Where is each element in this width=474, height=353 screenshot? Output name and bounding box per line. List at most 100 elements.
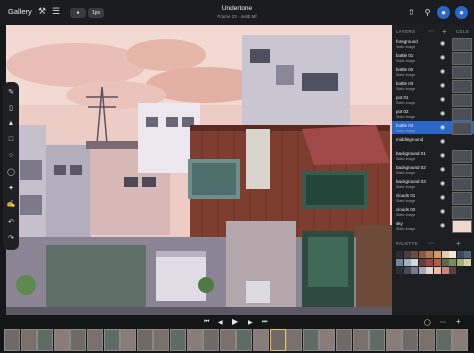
timeline-frame[interactable] [253,329,269,351]
step-back-icon[interactable]: ◀ [218,319,223,326]
palette-swatch[interactable] [456,259,464,266]
timeline-frame[interactable] [87,329,103,351]
skip-forward-icon[interactable]: ⏭ [262,319,267,326]
timeline-frame-current[interactable] [269,329,286,351]
export-icon[interactable]: ⇧ [405,6,418,19]
palette-swatch[interactable] [426,251,434,258]
timeline-frame[interactable] [37,329,54,351]
timeline-frame[interactable] [452,329,469,351]
shape-icon[interactable]: ◯ [3,168,19,176]
palette-options-icon[interactable]: ⋯ [428,240,434,247]
palette-swatch[interactable] [441,259,449,266]
palette-swatch[interactable] [418,259,426,266]
palette-swatch[interactable] [418,267,426,274]
color-picker-icon[interactable]: ○ [3,152,19,159]
layer-row[interactable]: clouds 02 Static image ◉ [392,205,474,219]
palette-swatch[interactable] [464,259,472,266]
layer-row[interactable]: background 03 Static image ◉ [392,177,474,191]
fill-icon[interactable]: ▲ [3,120,19,127]
visibility-eye-icon[interactable]: ◉ [440,166,445,173]
select-icon[interactable]: □ [3,136,19,143]
visibility-eye-icon[interactable]: ◉ [440,222,445,229]
visibility-eye-icon[interactable]: ◉ [440,40,445,47]
add-swatch-icon[interactable]: + [456,239,461,248]
secondary-color-icon[interactable]: ● [455,6,468,19]
visibility-eye-icon[interactable]: ◉ [440,138,445,145]
eyedropper-icon[interactable]: ✍ [3,200,19,208]
layer-group-row[interactable]: middleground ◉ [392,135,474,148]
visibility-eye-icon[interactable]: ◉ [440,124,445,131]
timeline-frame[interactable] [136,329,153,351]
layer-options-icon[interactable]: ⋯ [428,28,434,35]
visibility-eye-icon[interactable]: ◉ [440,96,445,103]
layer-row[interactable]: background 02 Static image ◉ [392,163,474,177]
timeline-frame[interactable] [369,329,386,351]
timeline-frame[interactable] [4,329,20,351]
palette-swatch[interactable] [434,251,441,258]
layer-row[interactable]: background 01 Static image ◉ [392,149,474,163]
palette-swatch[interactable] [396,259,403,266]
brush-icon[interactable]: ✎ [3,88,19,96]
visibility-eye-icon[interactable]: ◉ [440,194,445,201]
palette-swatch[interactable] [426,267,434,274]
onion-skin-icon[interactable]: ◯ [424,319,431,326]
gallery-button[interactable]: Gallery [8,7,32,16]
timeline-frame[interactable] [302,329,319,351]
add-frame-icon[interactable]: + [456,317,461,326]
palette-swatch[interactable] [403,267,411,274]
timeline-frame[interactable] [286,329,303,351]
visibility-eye-icon[interactable]: ◉ [440,152,445,159]
palette-swatch[interactable] [411,251,419,258]
timeline-frame[interactable] [120,329,137,351]
zoom-icon[interactable]: ⚲ [421,6,434,19]
palette-swatch[interactable] [441,267,449,274]
drawing-canvas[interactable] [6,25,392,315]
timeline-frame[interactable] [319,329,336,351]
brush-size-button[interactable]: 1px [88,8,104,18]
eraser-icon[interactable]: ▯ [3,104,19,112]
play-icon[interactable]: ▶ [232,317,238,326]
timeline-frame[interactable] [352,329,369,351]
timeline-frame[interactable] [170,329,186,351]
palette-swatch[interactable] [411,267,419,274]
timeline-frame[interactable] [20,329,37,351]
palette-swatch[interactable] [396,251,403,258]
palette-swatch[interactable] [464,251,472,258]
palette-swatch[interactable] [396,267,403,274]
palette-swatch[interactable] [449,251,457,258]
palette-swatch[interactable] [426,259,434,266]
skip-back-icon[interactable]: ⏮ [204,319,209,326]
step-forward-icon[interactable]: ▶ [248,319,253,326]
timeline-frame[interactable] [236,329,253,351]
timeline-frame[interactable] [70,329,87,351]
layer-row[interactable]: sky Static image ◉ [392,219,474,233]
timeline-frame[interactable] [435,329,452,351]
palette-swatch[interactable] [418,251,426,258]
layer-row[interactable]: pot 02 Static image ◉ [392,107,474,121]
timeline-frame[interactable] [103,329,120,351]
palette-swatch[interactable] [441,251,449,258]
lasso-icon[interactable]: ✦ [3,184,19,192]
primary-color-icon[interactable]: ● [437,6,450,19]
palette-swatch[interactable] [434,267,441,274]
palette-swatch[interactable] [403,259,411,266]
palette-swatch[interactable] [411,259,419,266]
visibility-eye-icon[interactable]: ◉ [440,54,445,61]
timeline-frame[interactable] [219,329,236,351]
palette-swatch[interactable] [449,259,457,266]
visibility-eye-icon[interactable]: ◉ [440,68,445,75]
layer-row-selected[interactable]: bottle 04 Static image ◉ [392,121,474,135]
layer-row[interactable]: clouds 01 Static image ◉ [392,191,474,205]
layer-row[interactable]: foreground Static image ◉ [392,37,474,51]
timeline-frame[interactable] [419,329,435,351]
wrench-icon[interactable]: ⚒ [38,6,46,17]
timeline-frame[interactable] [336,329,352,351]
add-layer-icon[interactable]: + [442,27,447,36]
palette-swatch[interactable] [449,267,457,274]
redo-icon[interactable]: ↷ [3,234,19,242]
timeline-settings-icon[interactable]: ⋯ [440,319,446,326]
palette-swatch[interactable] [456,251,464,258]
visibility-eye-icon[interactable]: ◉ [440,82,445,89]
timeline-frame[interactable] [53,329,70,351]
visibility-eye-icon[interactable]: ◉ [440,180,445,187]
